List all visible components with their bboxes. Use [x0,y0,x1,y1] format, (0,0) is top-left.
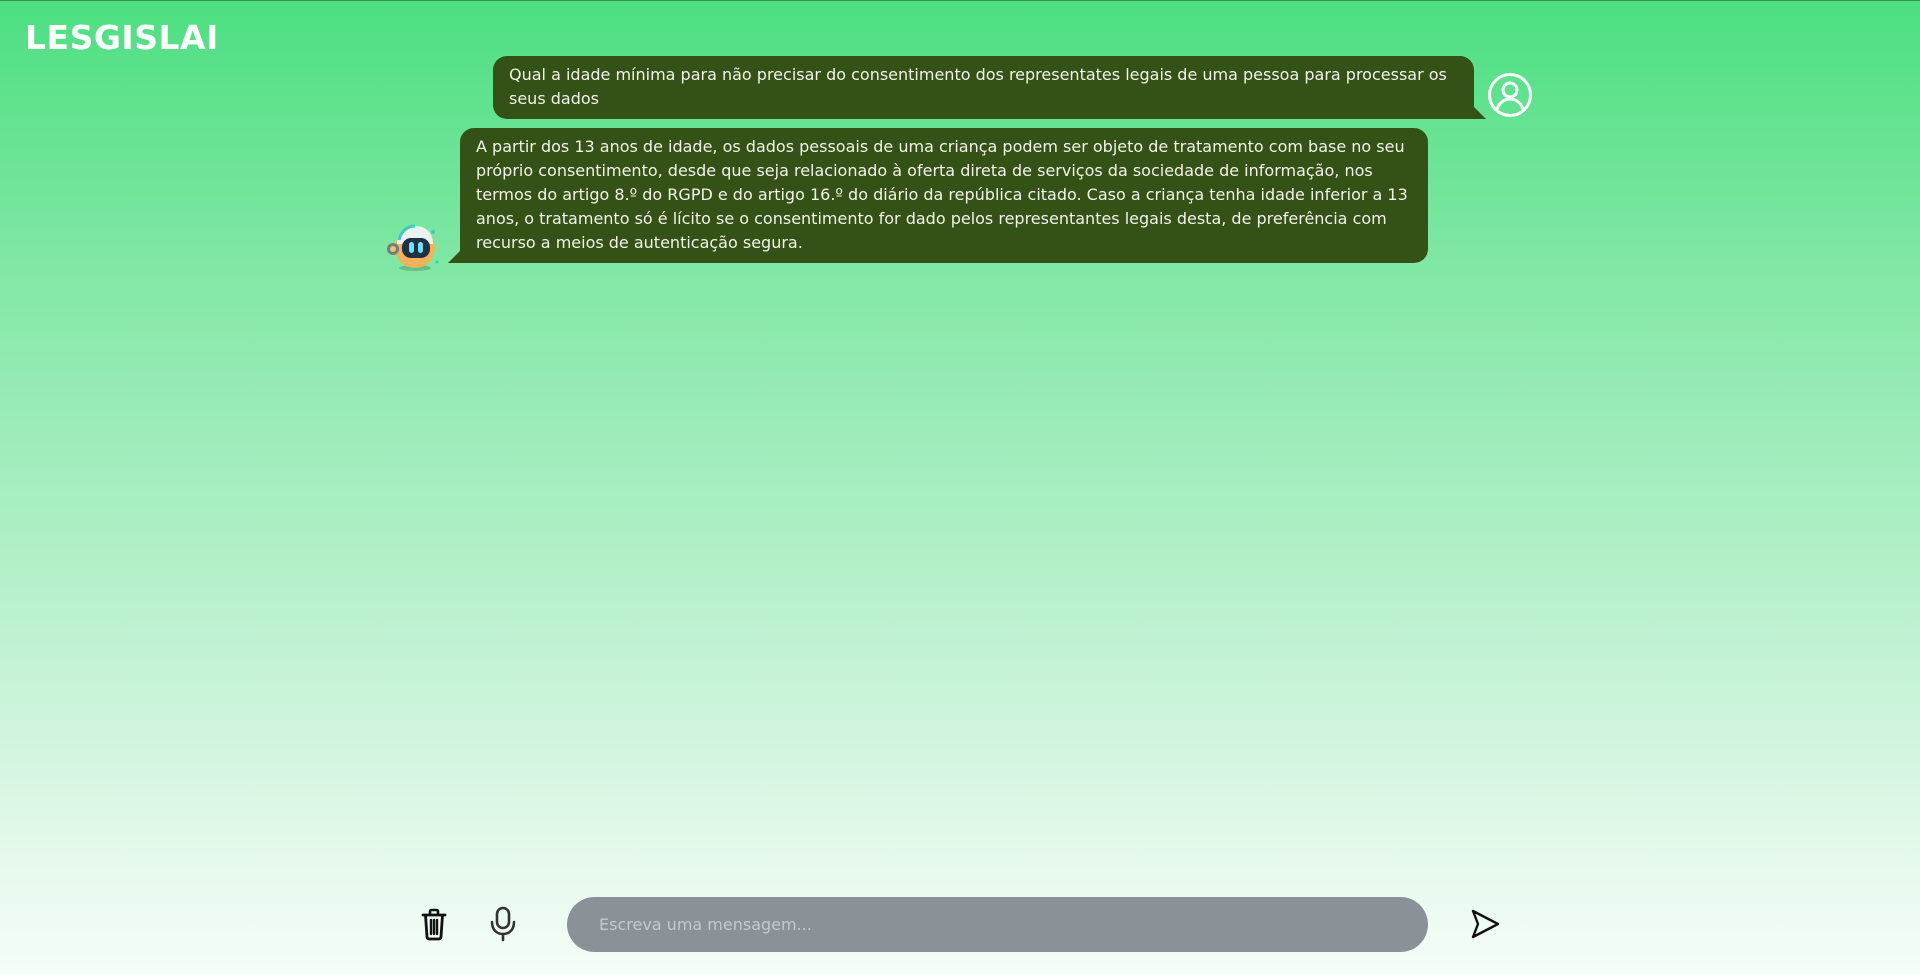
send-icon[interactable] [1467,906,1503,942]
top-border [0,0,1920,1]
assistant-message-text: A partir dos 13 anos de idade, os dados … [476,137,1408,252]
robot-avatar-icon [383,218,443,272]
user-message-bubble: Qual a idade mínima para não precisar do… [493,56,1486,119]
app-brand-title: LESGISLAI [25,18,219,57]
microphone-icon[interactable] [485,906,521,942]
trash-icon[interactable] [416,906,452,942]
message-input[interactable] [597,914,1398,935]
assistant-message-bubble: A partir dos 13 anos de idade, os dados … [448,128,1428,263]
message-input-container[interactable] [567,897,1428,952]
user-message-text: Qual a idade mínima para não precisar do… [509,65,1447,108]
user-circle-icon [1487,72,1533,118]
